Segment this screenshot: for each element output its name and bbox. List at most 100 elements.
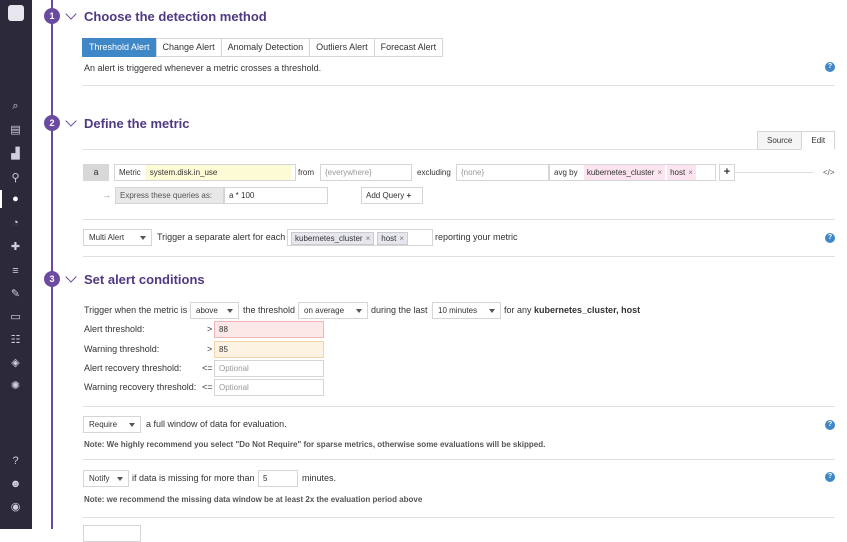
help-icon[interactable]: ?: [825, 472, 835, 482]
during-last-text: during the last: [371, 305, 428, 315]
tab-change-alert[interactable]: Change Alert: [155, 38, 222, 57]
chart-icon[interactable]: ▟: [9, 148, 22, 161]
add-function-button[interactable]: +: [719, 164, 735, 181]
section-title-conditions: Set alert conditions: [84, 272, 205, 287]
minutes-text: minutes.: [302, 473, 337, 483]
binoculars-icon[interactable]: ⌕: [9, 100, 22, 113]
formula-input[interactable]: a * 100: [224, 187, 328, 204]
window-select[interactable]: 10 minutes: [432, 302, 501, 319]
notebook-icon[interactable]: ▭: [9, 311, 22, 324]
metric-label: Metric: [119, 168, 141, 177]
alert-op: >: [207, 324, 213, 334]
source-edit-tabs: Source Edit: [757, 131, 836, 150]
missing-text: if data is missing for more than: [132, 473, 255, 483]
detection-method-tabs: Threshold Alert Change Alert Anomaly Det…: [82, 38, 444, 57]
alert-recovery-input[interactable]: Optional: [214, 360, 324, 377]
trigger-tag[interactable]: kubernetes_cluster ×: [291, 232, 375, 245]
warning-threshold-input[interactable]: 85: [214, 341, 324, 358]
alert-threshold-label: Alert threshold:: [84, 324, 145, 334]
dashboard-icon[interactable]: ▤: [9, 124, 22, 137]
missing-note: Note: we recommend the missing data wind…: [84, 495, 423, 504]
for-any-text: for any kubernetes_cluster, host: [504, 305, 641, 315]
require-note: Note: We highly recommend you select "Do…: [84, 440, 546, 449]
tab-edit[interactable]: Edit: [801, 131, 836, 150]
help-icon[interactable]: ?: [9, 455, 22, 468]
alert-recovery-op: <=: [202, 363, 213, 373]
detection-description: An alert is triggered whenever a metric …: [84, 63, 322, 73]
synthetics-icon[interactable]: ☷: [9, 334, 22, 347]
divider: [83, 149, 758, 150]
multi-alert-select[interactable]: Multi Alert: [83, 229, 152, 246]
arrow-icon: →: [102, 190, 111, 200]
next-select-partial[interactable]: [83, 525, 141, 542]
excluding-label: excluding: [417, 168, 451, 177]
aggregation-select[interactable]: on average: [298, 302, 368, 319]
trigger-text: Trigger a separate alert for each: [157, 232, 286, 242]
require-text: a full window of data for evaluation.: [146, 419, 287, 429]
for-any-keys: kubernetes_cluster, host: [534, 305, 641, 315]
trigger-tag[interactable]: host ×: [377, 232, 409, 245]
team-icon[interactable]: ☻: [9, 478, 22, 491]
step-timeline: [51, 0, 53, 529]
tab-anomaly-detection[interactable]: Anomaly Detection: [220, 38, 311, 57]
alert-recovery-label: Alert recovery threshold:: [84, 363, 182, 373]
monitor-alert-icon[interactable]: ●: [9, 193, 22, 206]
collapse-chevron-icon[interactable]: [65, 8, 77, 20]
tab-threshold-alert[interactable]: Threshold Alert: [82, 38, 157, 57]
the-threshold-text: the threshold: [243, 305, 296, 315]
tab-outliers-alert[interactable]: Outliers Alert: [309, 38, 375, 57]
section-title-detection: Choose the detection method: [84, 9, 267, 24]
metric-field[interactable]: Metric system.disk.in_use: [114, 164, 296, 181]
divider: [83, 517, 835, 518]
help-icon[interactable]: ?: [825, 420, 835, 430]
from-label: from: [298, 168, 314, 177]
warning-recovery-input[interactable]: Optional: [214, 379, 324, 396]
query-letter[interactable]: a: [83, 164, 109, 181]
logo-icon[interactable]: [8, 5, 24, 21]
missing-minutes-input[interactable]: 5: [258, 470, 298, 487]
require-select[interactable]: Require: [83, 416, 141, 433]
help-icon[interactable]: ?: [825, 62, 835, 72]
warning-recovery-label: Warning recovery threshold:: [84, 382, 197, 392]
account-icon[interactable]: ◉: [9, 501, 22, 514]
divider: [83, 459, 835, 460]
active-indicator: [0, 190, 2, 208]
security-icon[interactable]: ◈: [9, 357, 22, 370]
alert-threshold-input[interactable]: 88: [214, 321, 324, 338]
from-input[interactable]: {everywhere}: [320, 164, 412, 181]
code-icon[interactable]: </>: [823, 168, 835, 177]
logs-icon[interactable]: ≡: [9, 265, 22, 278]
step-1-badge: 1: [44, 8, 60, 24]
divider: [734, 172, 814, 173]
trigger-tags-field[interactable]: kubernetes_cluster × host ×: [287, 229, 433, 246]
avg-by-tag[interactable]: host ×: [667, 165, 696, 180]
warning-threshold-label: Warning threshold:: [84, 344, 160, 354]
tab-forecast-alert[interactable]: Forecast Alert: [373, 38, 444, 57]
divider: [83, 85, 835, 86]
reporting-text: reporting your metric: [435, 232, 518, 242]
divider: [83, 406, 835, 407]
sidebar: ⌕ ▤ ▟ ⚲ ● ◔ ✚ ≡ ✎ ▭ ☷ ◈ ✺ ? ☻ ◉: [0, 0, 32, 529]
collapse-chevron-icon[interactable]: [65, 271, 77, 283]
warning-op: >: [207, 344, 213, 354]
notify-select[interactable]: Notify: [83, 470, 129, 487]
divider: [83, 219, 835, 220]
apm-icon[interactable]: ◔: [9, 217, 22, 230]
help-icon[interactable]: ?: [825, 233, 835, 243]
ci-icon[interactable]: ✺: [9, 380, 22, 393]
avg-by-tag[interactable]: kubernetes_cluster ×: [583, 165, 666, 180]
puzzle-icon[interactable]: ✚: [9, 241, 22, 254]
add-query-button[interactable]: Add Query +: [361, 187, 423, 204]
collapse-chevron-icon[interactable]: [65, 115, 77, 127]
excluding-input[interactable]: {none}: [456, 164, 549, 181]
step-2-badge: 2: [44, 115, 60, 131]
metric-value[interactable]: system.disk.in_use: [144, 165, 291, 180]
wrench-icon[interactable]: ✎: [9, 288, 22, 301]
warning-recovery-op: <=: [202, 382, 213, 392]
tab-source[interactable]: Source: [757, 131, 803, 150]
network-icon[interactable]: ⚲: [9, 172, 22, 185]
express-label: Express these queries as:: [115, 187, 224, 204]
comparator-select[interactable]: above: [190, 302, 239, 319]
avg-by-field[interactable]: avg by kubernetes_cluster × host ×: [549, 164, 716, 181]
step-3-badge: 3: [44, 271, 60, 287]
